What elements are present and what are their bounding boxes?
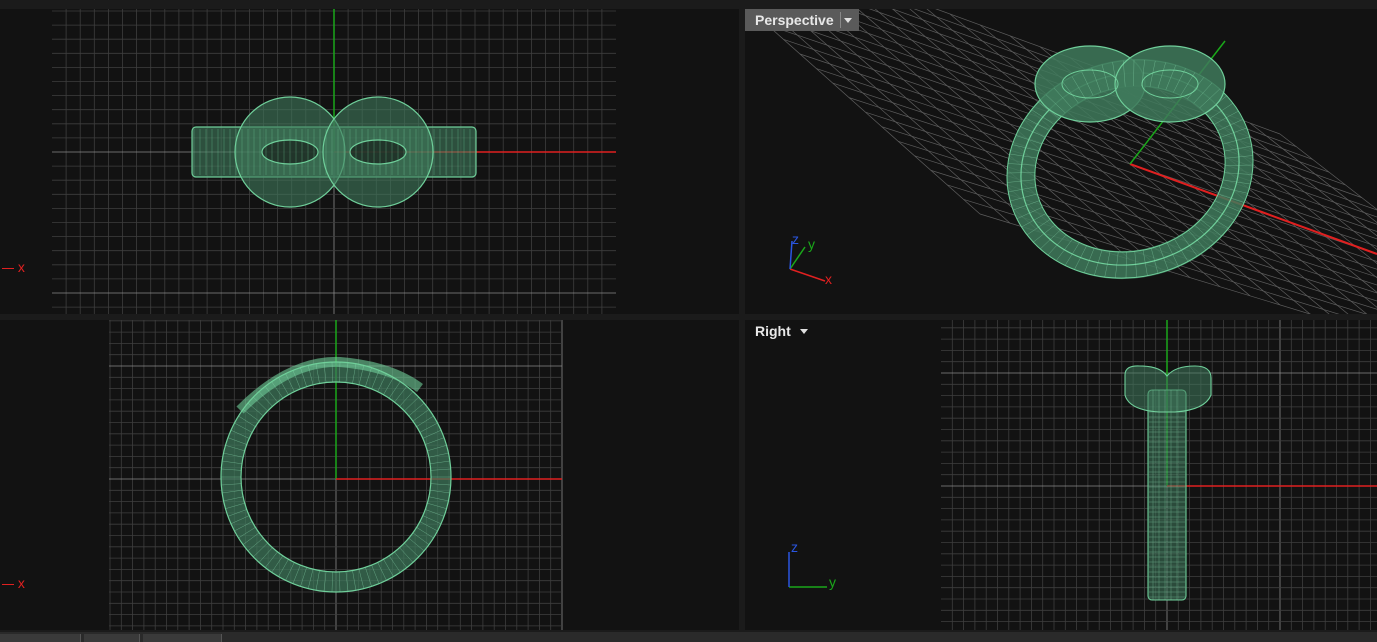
viewport-title-text: Perspective [755, 12, 834, 28]
viewport-right[interactable]: Right y z [745, 320, 1377, 630]
top-grid [52, 9, 616, 314]
viewport-title-perspective[interactable]: Perspective [745, 9, 859, 31]
axis-z-label: z [791, 539, 798, 555]
viewport-front[interactable]: x [0, 320, 739, 630]
axis-indicator-x: x [2, 259, 25, 275]
x-axis-line [1129, 163, 1377, 255]
viewport-title-right[interactable]: Right [745, 320, 815, 342]
axis-x-label: x [17, 575, 25, 591]
perspective-grid [748, 9, 1377, 314]
viewport-perspective[interactable]: Perspective x y z [745, 9, 1377, 314]
axis-indicator-x: x [2, 575, 25, 591]
front-grid [109, 320, 563, 630]
viewport-tab[interactable] [0, 634, 81, 642]
axis-y-label: y [808, 236, 815, 252]
viewport-top[interactable]: x [0, 9, 739, 314]
axis-y-label: y [829, 574, 836, 590]
viewport-tab[interactable] [143, 634, 222, 642]
axis-x-label: x [825, 271, 832, 287]
axis-z-label: z [792, 231, 799, 247]
viewport-tab-bar [0, 632, 1377, 642]
axis-x-label: x [17, 259, 25, 275]
viewport-title-text: Right [755, 323, 791, 339]
right-grid [788, 320, 1377, 630]
viewport-tab[interactable] [84, 634, 140, 642]
axis-gizmo [788, 552, 827, 588]
chevron-down-icon[interactable] [839, 12, 855, 28]
chevron-down-icon[interactable] [797, 323, 811, 339]
